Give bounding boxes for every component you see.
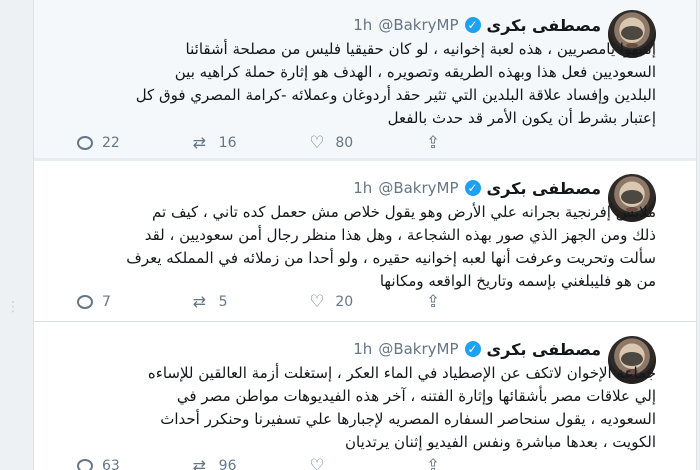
retweet-icon: [193, 294, 209, 310]
tweet-text: جماعة الإخوان لاتكف عن الإصطياد في الماء…: [147, 364, 656, 451]
reply-count: 63: [102, 458, 120, 470]
like-count: 80: [335, 135, 354, 151]
tweet[interactable]: مصطفى بكرى ✓ @BakryMP 1h إنتبهوا يامصريي…: [34, 0, 696, 158]
tweet-actions: 22 16 80: [76, 132, 496, 154]
comment-icon: [76, 294, 93, 310]
tweet-text: ملابس إفرنجية بجرانه علي الأرض وهو يقول …: [126, 203, 656, 290]
share-icon: [426, 294, 442, 310]
comment-icon: [76, 135, 93, 151]
timestamp[interactable]: 1h: [353, 179, 372, 197]
heart-icon: [309, 135, 325, 151]
tweet[interactable]: مصطفى بكرى ✓ @BakryMP 1h ملابس إفرنجية ب…: [34, 161, 696, 319]
display-name[interactable]: مصطفى بكرى: [487, 340, 601, 359]
handle[interactable]: @BakryMP: [378, 16, 458, 34]
retweet-icon: [193, 135, 209, 151]
verified-badge-icon: ✓: [464, 17, 481, 33]
reply-button[interactable]: 22: [76, 135, 146, 151]
retweet-button[interactable]: 5: [193, 294, 263, 310]
tweet-header: مصطفى بكرى ✓ @BakryMP 1h: [353, 16, 601, 35]
comment-icon: [76, 458, 93, 470]
share-icon: [426, 458, 442, 470]
handle[interactable]: @BakryMP: [378, 340, 458, 358]
verified-badge-icon: ✓: [464, 180, 481, 196]
retweet-count: 96: [218, 458, 237, 470]
tweet-header: مصطفى بكرى ✓ @BakryMP 1h: [353, 340, 601, 359]
scroll-indicator: ⋮: [6, 299, 20, 315]
like-button[interactable]: 80: [309, 135, 379, 151]
reply-count: 22: [102, 135, 120, 151]
retweet-button[interactable]: 96: [193, 458, 263, 470]
share-icon: [426, 135, 442, 151]
retweet-count: 5: [218, 294, 228, 310]
verified-badge-icon: ✓: [464, 341, 481, 357]
share-button[interactable]: [426, 294, 496, 310]
timestamp[interactable]: 1h: [353, 16, 372, 34]
display-name[interactable]: مصطفى بكرى: [487, 179, 601, 198]
display-name[interactable]: مصطفى بكرى: [487, 16, 601, 35]
like-button[interactable]: 20: [309, 294, 379, 310]
share-button[interactable]: [426, 458, 496, 470]
tweet-actions: 7 5 20: [76, 291, 496, 313]
tweet-feed: مصطفى بكرى ✓ @BakryMP 1h إنتبهوا يامصريي…: [33, 0, 697, 470]
reply-button[interactable]: 63: [76, 458, 146, 470]
tweet[interactable]: مصطفى بكرى ✓ @BakryMP 1h جماعة الإخوان ل…: [34, 321, 696, 470]
like-button[interactable]: [309, 458, 379, 470]
timestamp[interactable]: 1h: [353, 340, 372, 358]
heart-icon: [309, 294, 325, 310]
tweet-actions: 63 96: [76, 455, 496, 470]
handle[interactable]: @BakryMP: [378, 179, 458, 197]
tweet-text: إنتبهوا يامصريين ، هذه لعبة إخوانيه ، لو…: [135, 40, 656, 127]
tweet-header: مصطفى بكرى ✓ @BakryMP 1h: [353, 179, 601, 198]
like-count: 20: [335, 294, 354, 310]
reply-count: 7: [102, 294, 111, 310]
retweet-count: 16: [218, 135, 237, 151]
share-button[interactable]: [426, 135, 496, 151]
retweet-button[interactable]: 16: [193, 135, 263, 151]
heart-icon: [309, 458, 325, 470]
reply-button[interactable]: 7: [76, 294, 146, 310]
retweet-icon: [193, 458, 209, 470]
